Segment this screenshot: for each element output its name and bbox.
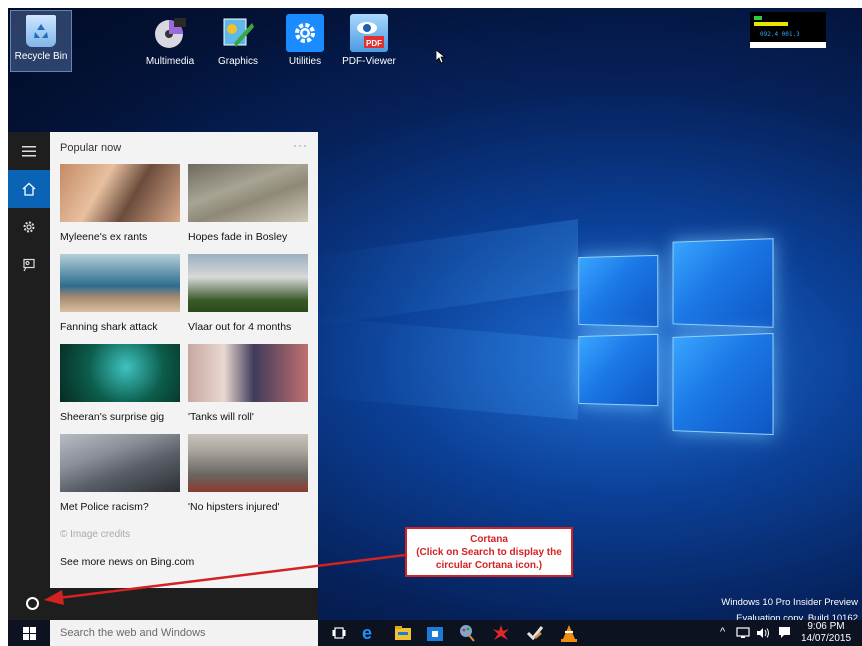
news-caption: Hopes fade in Bosley bbox=[188, 231, 308, 243]
action-center-icon[interactable] bbox=[778, 626, 791, 639]
start-button[interactable] bbox=[8, 620, 50, 646]
cortana-news-panel: Popular now ··· Myleene's ex rants Hopes… bbox=[50, 132, 318, 588]
bug-icon[interactable] bbox=[492, 624, 510, 642]
task-view-icon[interactable] bbox=[330, 624, 348, 642]
news-card[interactable]: Fanning shark attack bbox=[60, 254, 180, 333]
news-thumbnail bbox=[188, 254, 308, 312]
taskbar: Search the web and Windows e ^ 9:06 PM 1… bbox=[8, 620, 862, 646]
pdf-icon: PDF bbox=[350, 14, 388, 52]
more-options-icon[interactable]: ··· bbox=[293, 138, 308, 152]
light-beam bbox=[308, 219, 578, 327]
edge-icon[interactable]: e bbox=[361, 624, 379, 642]
news-thumbnail bbox=[60, 344, 180, 402]
perf-readout: 092.4 001.3 bbox=[760, 31, 800, 38]
desktop-icon-label: Graphics bbox=[218, 56, 258, 67]
feedback-icon bbox=[22, 258, 36, 272]
news-caption: Vlaar out for 4 months bbox=[188, 321, 308, 333]
desktop-icon-utilities[interactable]: Utilities bbox=[274, 14, 336, 67]
settings-icon bbox=[22, 220, 36, 234]
watermark-line: Windows 10 Pro Insider Preview bbox=[721, 595, 858, 611]
callout-line: (Click on Search to display the bbox=[407, 546, 571, 559]
mouse-cursor-icon bbox=[436, 50, 446, 64]
search-input[interactable]: Search the web and Windows bbox=[50, 620, 318, 646]
see-more-news-link[interactable]: See more news on Bing.com bbox=[60, 556, 194, 568]
news-card[interactable]: Vlaar out for 4 months bbox=[188, 254, 308, 333]
callout-line: circular Cortana icon.) bbox=[407, 559, 571, 572]
multimedia-icon bbox=[151, 14, 189, 52]
network-icon[interactable] bbox=[736, 627, 750, 639]
feedback-button[interactable] bbox=[8, 246, 50, 284]
news-caption: Met Police racism? bbox=[60, 501, 180, 513]
news-card[interactable]: Myleene's ex rants bbox=[60, 164, 180, 243]
store-icon[interactable] bbox=[426, 624, 444, 642]
home-icon bbox=[22, 182, 36, 196]
performance-monitor-widget: 092.4 001.3 bbox=[750, 12, 826, 48]
windows-logo-pane bbox=[578, 255, 658, 327]
cortana-callout: Cortana (Click on Search to display the … bbox=[405, 527, 573, 577]
desktop-icon-label: Multimedia bbox=[146, 56, 194, 67]
check-icon[interactable] bbox=[526, 624, 544, 642]
graphics-icon bbox=[219, 14, 257, 52]
news-caption: 'No hipsters injured' bbox=[188, 501, 308, 513]
clock[interactable]: 9:06 PM 14/07/2015 bbox=[798, 621, 854, 645]
desktop-icon-label: Recycle Bin bbox=[15, 51, 68, 62]
memory-bar bbox=[754, 22, 788, 26]
news-thumbnail bbox=[188, 434, 308, 492]
cortana-bar bbox=[8, 588, 318, 620]
show-hidden-icons-chevron-icon[interactable]: ^ bbox=[720, 626, 725, 638]
desktop-icon-graphics[interactable]: Graphics bbox=[207, 14, 269, 67]
gear-icon bbox=[286, 14, 324, 52]
desktop-icon-recycle-bin[interactable]: Recycle Bin bbox=[10, 10, 72, 72]
svg-text:PDF: PDF bbox=[366, 39, 382, 48]
paint-icon[interactable] bbox=[458, 624, 476, 642]
windows-logo-pane bbox=[673, 238, 774, 328]
news-caption: 'Tanks will roll' bbox=[188, 411, 308, 423]
news-card[interactable]: Sheeran's surprise gig bbox=[60, 344, 180, 423]
desktop-icon-label: Utilities bbox=[289, 56, 321, 67]
desktop-icon-label: PDF-Viewer bbox=[342, 56, 396, 67]
clock-time: 9:06 PM bbox=[798, 621, 854, 633]
news-card[interactable]: Met Police racism? bbox=[60, 434, 180, 513]
news-caption: Fanning shark attack bbox=[60, 321, 180, 333]
desktop-icon-multimedia[interactable]: Multimedia bbox=[139, 14, 201, 67]
panel-header: Popular now bbox=[60, 142, 121, 154]
vlc-icon[interactable] bbox=[560, 624, 578, 642]
news-caption: Myleene's ex rants bbox=[60, 231, 180, 243]
news-thumbnail bbox=[60, 434, 180, 492]
news-card[interactable]: 'Tanks will roll' bbox=[188, 344, 308, 423]
notebook-button[interactable] bbox=[8, 208, 50, 246]
news-thumbnail bbox=[60, 164, 180, 222]
news-caption: Sheeran's surprise gig bbox=[60, 411, 180, 423]
hamburger-icon bbox=[22, 145, 36, 157]
callout-title: Cortana bbox=[407, 533, 571, 546]
news-thumbnail bbox=[60, 254, 180, 312]
start-menu-rail bbox=[8, 132, 50, 588]
recycle-bin-icon bbox=[26, 15, 56, 47]
news-thumbnail bbox=[188, 164, 308, 222]
hamburger-menu-button[interactable] bbox=[8, 132, 50, 170]
windows-logo-pane bbox=[673, 333, 774, 435]
windows-start-icon bbox=[23, 627, 36, 640]
light-beam bbox=[308, 316, 578, 420]
news-card[interactable]: 'No hipsters injured' bbox=[188, 434, 308, 513]
svg-text:e: e bbox=[362, 624, 372, 642]
news-thumbnail bbox=[188, 344, 308, 402]
volume-icon[interactable] bbox=[756, 627, 770, 639]
image-credits-link[interactable]: © Image credits bbox=[60, 529, 130, 540]
desktop-icon-pdf-viewer[interactable]: PDF PDF-Viewer bbox=[338, 14, 400, 67]
windows-logo-pane bbox=[578, 334, 658, 406]
news-card[interactable]: Hopes fade in Bosley bbox=[188, 164, 308, 243]
file-explorer-icon[interactable] bbox=[394, 624, 412, 642]
home-button[interactable] bbox=[8, 170, 50, 208]
clock-date: 14/07/2015 bbox=[798, 633, 854, 645]
cortana-icon[interactable] bbox=[26, 597, 39, 610]
cpu-bar bbox=[754, 16, 762, 20]
